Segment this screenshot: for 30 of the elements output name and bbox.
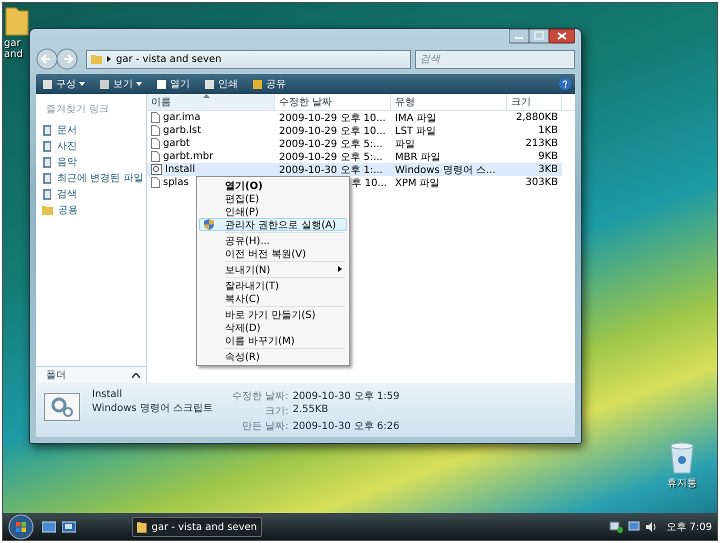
- size-cell-text: 303KB: [524, 176, 559, 189]
- file-type: Windows 명령어 스크립트: [92, 402, 214, 415]
- type-cell-text: LST 파일: [394, 124, 438, 137]
- type-cell-text: XPM 파일: [394, 176, 441, 189]
- date-cell: 2009-10-30 오후 1:...: [275, 163, 391, 176]
- date-cell-text: 후 10...: [350, 176, 388, 189]
- date-cell-text: 2009-10-29 오후 5:...: [278, 150, 384, 163]
- size-cell-text: 2,880KB: [514, 111, 559, 124]
- file-name: Install: [92, 389, 124, 400]
- detail-value: 2009-10-30 오후 1:59: [292, 390, 400, 403]
- size-cell-text: 9KB: [537, 150, 559, 163]
- date-cell-text: 2009-10-29 오후 10...: [278, 112, 387, 124]
- type-cell: Windows 명령어 스...: [391, 163, 507, 176]
- type-cell-text: IMA 파일: [394, 112, 438, 124]
- desktop-icon-label: gar and: [4, 38, 24, 60]
- type-cell-text: 파일: [394, 138, 416, 150]
- favorites-title: 즐겨찾기 링크: [45, 103, 110, 117]
- desktop-icon-label: 휴지통: [666, 477, 698, 490]
- address-path: gar - vista and seven: [116, 54, 222, 64]
- date-cell-text: 2009-10-29 오후 10...: [278, 124, 387, 137]
- detail-value: 2009-10-30 오후 6:26: [292, 420, 400, 433]
- detail-label: 수정한 날짜:: [232, 390, 289, 403]
- size-cell-text: 213KB: [524, 137, 559, 150]
- size-cell: 3KB: [507, 163, 562, 176]
- detail-value: 2.55KB: [292, 404, 330, 417]
- size-cell-text: 1KB: [537, 124, 559, 137]
- detail-label: 크기:: [264, 405, 289, 418]
- type-cell-text: MBR 파일: [394, 150, 442, 163]
- date-cell-text: 2009-10-29 오후 5:...: [278, 138, 384, 150]
- detail-label: 만든 날짜:: [241, 420, 289, 433]
